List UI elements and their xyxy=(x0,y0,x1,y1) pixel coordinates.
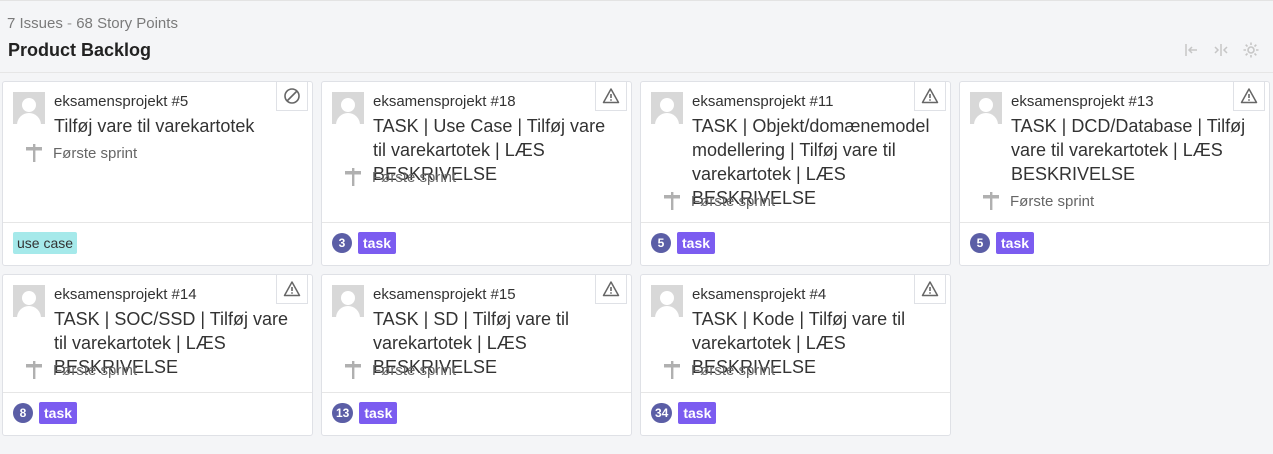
card-footer: 5 task xyxy=(641,222,950,265)
warning-icon[interactable] xyxy=(595,81,627,111)
gear-icon[interactable] xyxy=(1241,40,1261,60)
issue-card[interactable]: eksamensprojekt #5 Tilføj vare til varek… xyxy=(2,81,313,266)
signpost-icon xyxy=(983,192,999,210)
issue-title[interactable]: Tilføj vare til varekartotek xyxy=(54,114,304,138)
collapse-left-icon[interactable] xyxy=(1181,40,1201,60)
sprint-label: Første sprint xyxy=(53,144,138,162)
signpost-icon xyxy=(26,361,42,379)
issue-project-ref[interactable]: eksamensprojekt #18 xyxy=(373,93,516,110)
issue-sprint: Første sprint xyxy=(663,360,775,380)
blocked-icon[interactable] xyxy=(276,81,308,111)
label-task[interactable]: task xyxy=(996,232,1035,254)
issue-card[interactable]: eksamensprojekt #11 TASK | Objekt/domæne… xyxy=(640,81,951,266)
issue-card[interactable]: eksamensprojekt #13 TASK | DCD/Database … xyxy=(959,81,1270,266)
sprint-label: Første sprint xyxy=(691,361,776,379)
board-summary: 7 Issues - 68 Story Points xyxy=(7,15,178,32)
issue-sprint: Første sprint xyxy=(982,191,1094,211)
issue-card[interactable]: eksamensprojekt #14 TASK | SOC/SSD | Til… xyxy=(2,274,313,436)
avatar xyxy=(332,285,364,317)
label-use-case[interactable]: use case xyxy=(13,232,78,254)
card-footer: use case xyxy=(3,222,312,265)
card-footer: 5 task xyxy=(960,222,1269,265)
label-task[interactable]: task xyxy=(359,402,398,424)
avatar xyxy=(651,285,683,317)
sprint-label: Første sprint xyxy=(1010,192,1095,210)
board-toolbar xyxy=(1181,40,1261,60)
warning-icon[interactable] xyxy=(595,274,627,304)
avatar xyxy=(332,92,364,124)
story-points-badge: 34 xyxy=(651,403,673,423)
collapse-columns-icon[interactable] xyxy=(1211,40,1231,60)
issue-card[interactable]: eksamensprojekt #4 TASK | Kode | Tilføj … xyxy=(640,274,951,436)
label-task[interactable]: task xyxy=(358,232,397,254)
issue-count: 7 Issues xyxy=(7,15,63,32)
issue-sprint: Første sprint xyxy=(344,167,456,187)
avatar xyxy=(13,92,45,124)
issue-title[interactable]: TASK | DCD/Database | Tilføj vare til va… xyxy=(1011,114,1261,186)
card-footer: 3 task xyxy=(322,222,631,265)
issue-project-ref[interactable]: eksamensprojekt #11 xyxy=(692,93,833,110)
story-points-total: 68 Story Points xyxy=(76,15,178,32)
sprint-label: Første sprint xyxy=(691,192,776,210)
warning-icon[interactable] xyxy=(1233,81,1265,111)
warning-icon[interactable] xyxy=(914,274,946,304)
avatar xyxy=(13,285,45,317)
issue-project-ref[interactable]: eksamensprojekt #5 xyxy=(54,93,188,110)
board-divider xyxy=(0,72,1273,73)
signpost-icon xyxy=(664,361,680,379)
issue-sprint: Første sprint xyxy=(25,143,137,163)
warning-icon[interactable] xyxy=(914,81,946,111)
issue-sprint: Første sprint xyxy=(663,191,775,211)
warning-icon[interactable] xyxy=(276,274,308,304)
story-points-badge: 5 xyxy=(970,233,990,253)
signpost-icon xyxy=(345,361,361,379)
story-points-badge: 5 xyxy=(651,233,671,253)
card-footer: 8 task xyxy=(3,392,312,435)
issue-card[interactable]: eksamensprojekt #18 TASK | Use Case | Ti… xyxy=(321,81,632,266)
sprint-label: Første sprint xyxy=(53,361,138,379)
card-footer: 13 task xyxy=(322,392,631,435)
label-task[interactable]: task xyxy=(39,402,78,424)
issue-sprint: Første sprint xyxy=(344,360,456,380)
board-header: 7 Issues - 68 Story Points Product Backl… xyxy=(0,0,1273,73)
signpost-icon xyxy=(26,144,42,162)
card-footer: 34 task xyxy=(641,392,950,435)
page-title: Product Backlog xyxy=(8,40,152,60)
story-points-badge: 3 xyxy=(332,233,352,253)
issue-sprint: Første sprint xyxy=(25,360,137,380)
label-task[interactable]: task xyxy=(677,232,716,254)
avatar xyxy=(970,92,1002,124)
sprint-label: Første sprint xyxy=(372,361,457,379)
issue-project-ref[interactable]: eksamensprojekt #13 xyxy=(1011,93,1154,110)
label-task[interactable]: task xyxy=(678,402,717,424)
sprint-label: Første sprint xyxy=(372,168,457,186)
issue-card[interactable]: eksamensprojekt #15 TASK | SD | Tilføj v… xyxy=(321,274,632,436)
story-points-badge: 13 xyxy=(332,403,354,423)
signpost-icon xyxy=(345,168,361,186)
issue-project-ref[interactable]: eksamensprojekt #4 xyxy=(692,286,826,303)
issue-project-ref[interactable]: eksamensprojekt #14 xyxy=(54,286,197,303)
summary-separator: - xyxy=(67,15,73,32)
signpost-icon xyxy=(664,192,680,210)
story-points-badge: 8 xyxy=(13,403,33,423)
avatar xyxy=(651,92,683,124)
issue-project-ref[interactable]: eksamensprojekt #15 xyxy=(373,286,516,303)
